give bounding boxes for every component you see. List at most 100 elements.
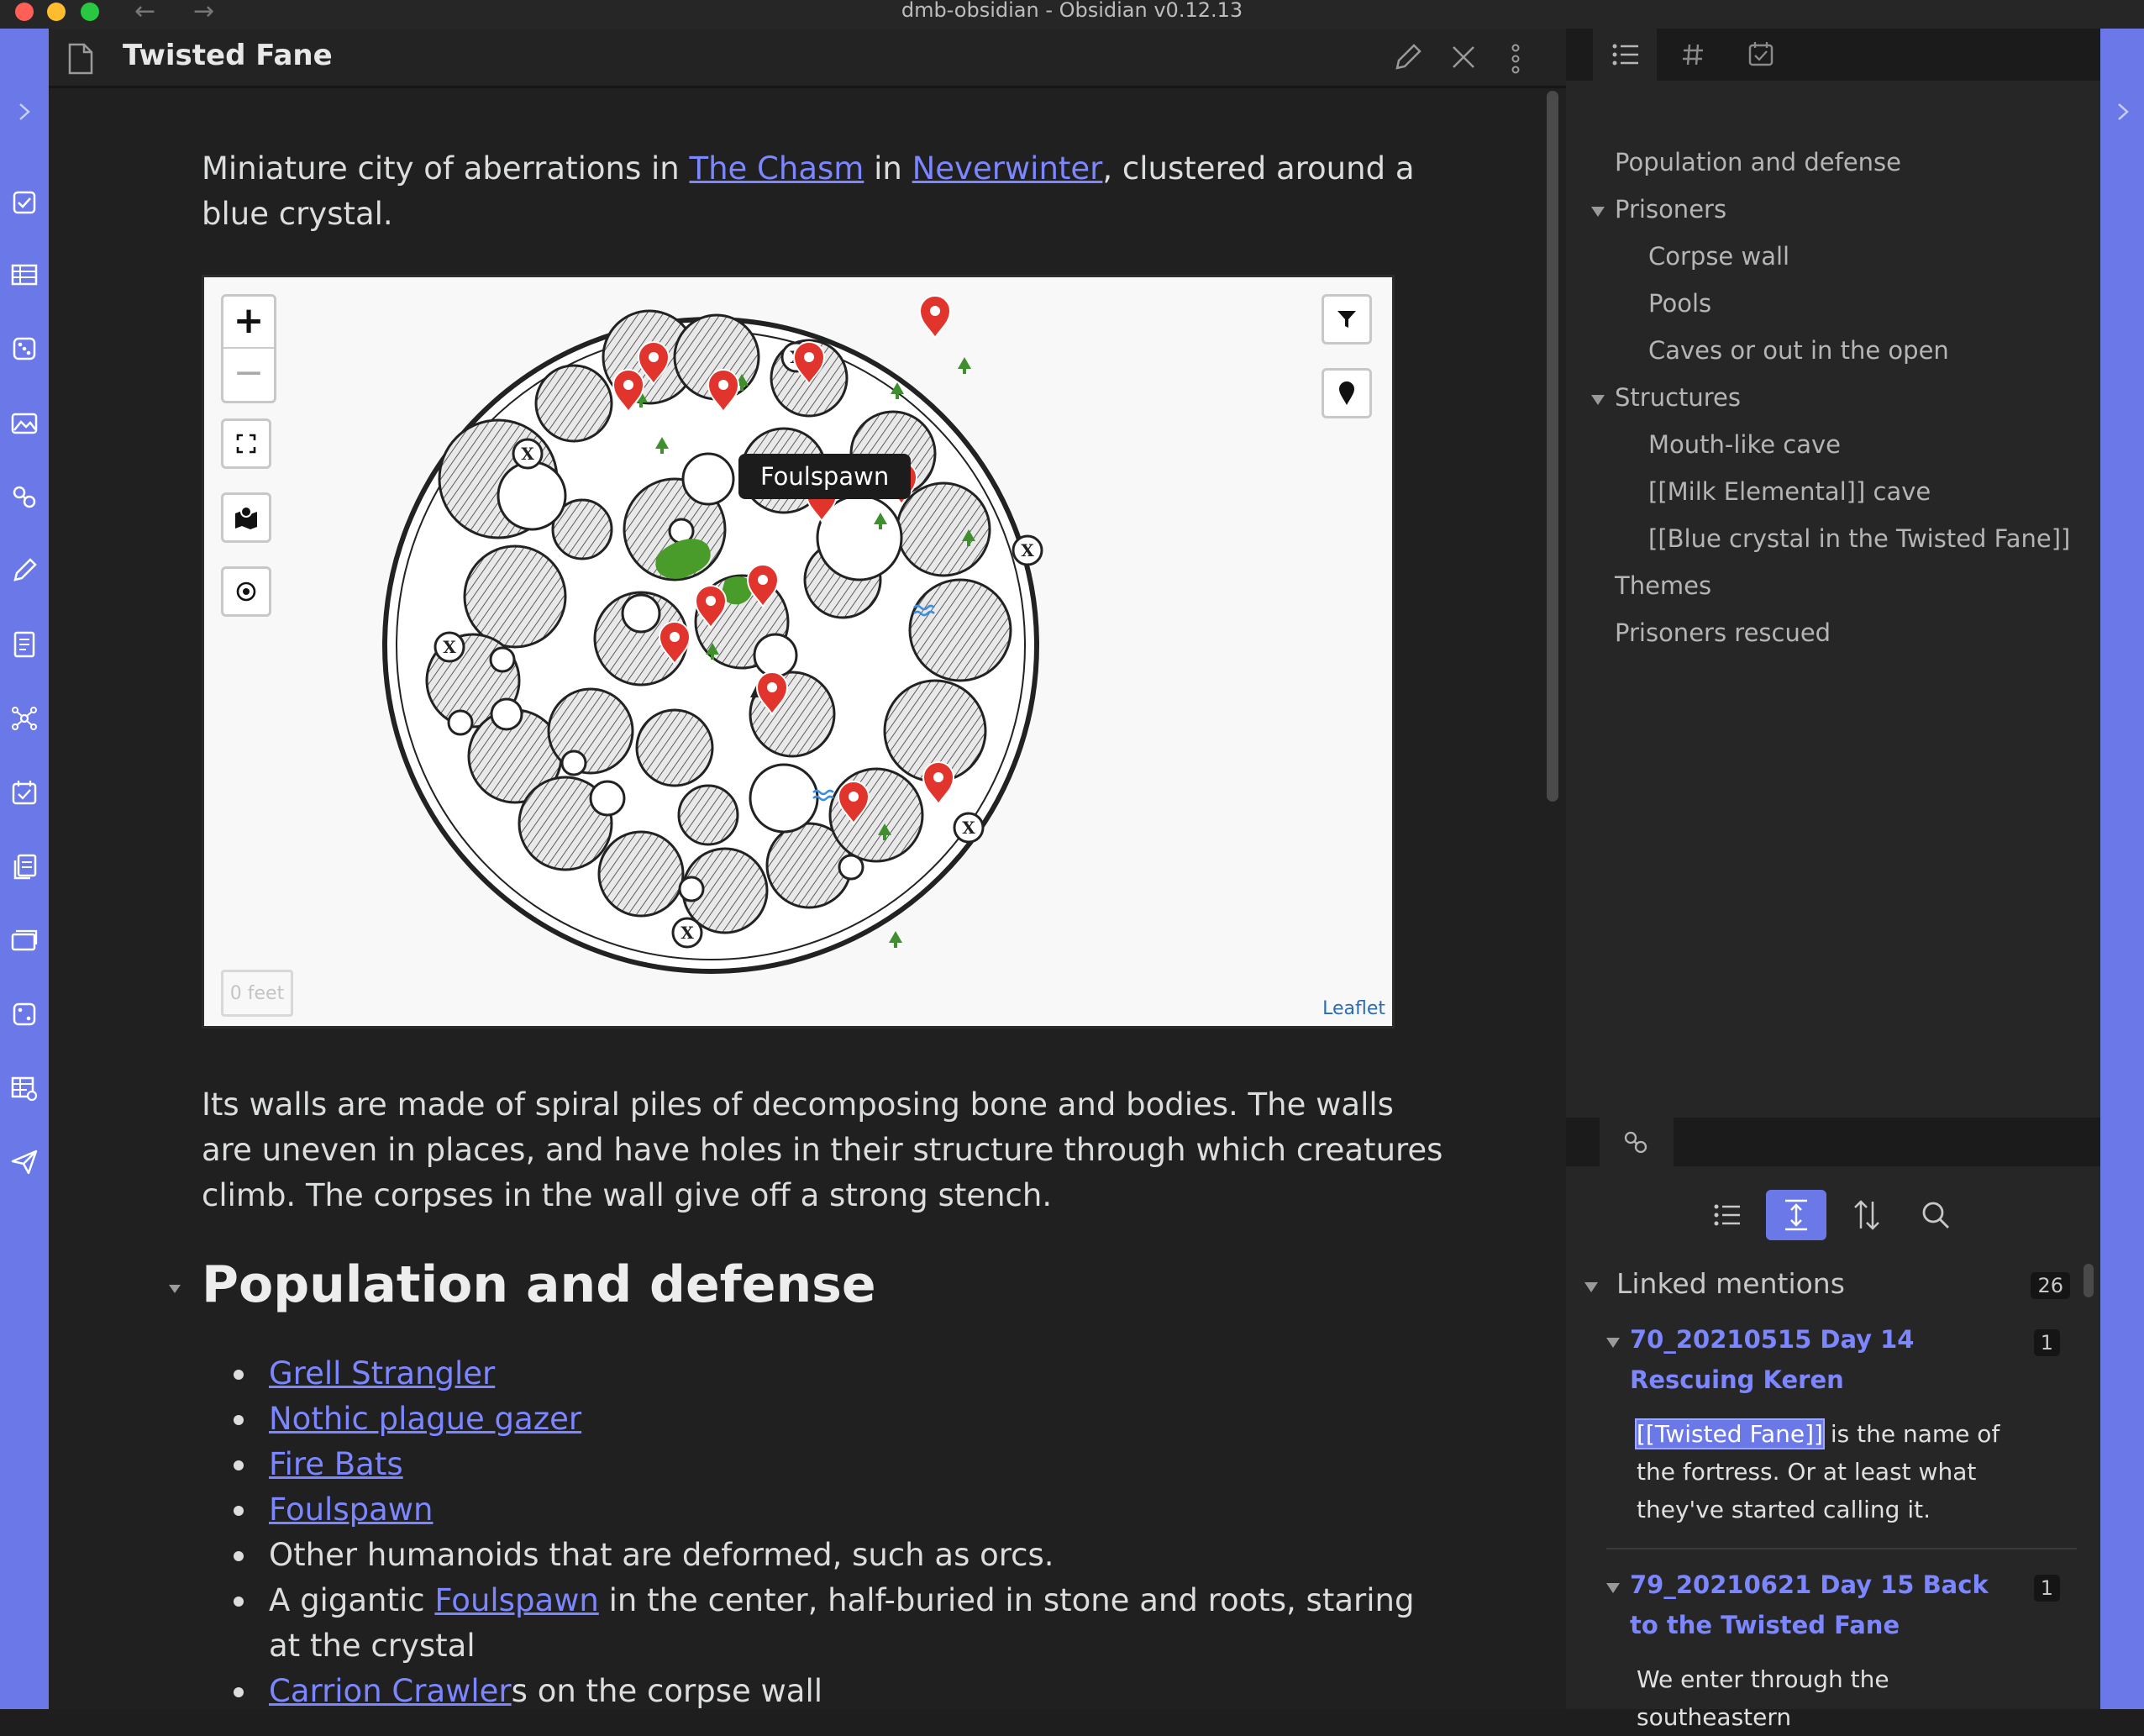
cave-map-image [382, 309, 1039, 974]
link-icon[interactable] [10, 482, 39, 511]
show-more-context-button[interactable] [1766, 1190, 1826, 1240]
hash-icon [1683, 44, 1703, 66]
close-icon[interactable] [1448, 42, 1479, 72]
tab-backlinks[interactable] [1600, 1118, 1674, 1166]
backlink-result-count: 1 [2033, 1575, 2060, 1602]
collapse-results-button[interactable] [1697, 1190, 1758, 1240]
table-icon[interactable] [10, 260, 39, 289]
search-button[interactable] [1905, 1190, 1966, 1240]
outline-item[interactable]: Structures [1615, 383, 1741, 412]
internal-link[interactable]: Foulspawn [269, 1491, 433, 1528]
collapse-triangle-icon[interactable] [1606, 1583, 1620, 1593]
dice-icon[interactable] [10, 334, 39, 363]
bullet-icon [234, 1597, 244, 1607]
sidebar-tab-bar [1566, 29, 2100, 81]
fullscreen-button[interactable] [221, 418, 271, 469]
internal-link[interactable]: Fire Bats [269, 1446, 403, 1482]
tab-calendar[interactable] [1729, 29, 1793, 81]
random-dice-icon[interactable] [10, 1000, 39, 1028]
leaflet-attribution-link[interactable]: Leaflet [1322, 998, 1385, 1019]
section-heading: Population and defense [202, 1255, 876, 1314]
map-canvas[interactable]: XXX XXX [204, 277, 1392, 1026]
backlink-result-snippet[interactable]: [[Twisted Fane]] is the name of the fort… [1635, 1415, 2031, 1528]
reset-view-button[interactable] [221, 492, 271, 543]
collapse-heading-icon[interactable] [166, 1281, 183, 1297]
outline-item[interactable]: Corpse wall [1648, 242, 1789, 271]
collapse-triangle-icon[interactable] [1591, 395, 1605, 405]
result-divider [1606, 1548, 2077, 1549]
expand-vertical-icon [1785, 1199, 1807, 1231]
outline-item[interactable]: Pools [1648, 289, 1711, 318]
marker-tooltip: Foulspawn [738, 454, 912, 499]
tab-tags[interactable] [1660, 29, 1724, 81]
collapse-triangle-icon[interactable] [1606, 1338, 1620, 1348]
right-sidebar: Population and defense Prisoners Corpse … [1566, 29, 2100, 1731]
add-marker-button[interactable] [1322, 368, 1372, 418]
tab-outline[interactable] [1593, 29, 1657, 81]
send-icon[interactable] [10, 1148, 39, 1176]
zoom-in-button[interactable]: + [223, 297, 274, 349]
backlink-result-snippet[interactable]: We enter through the southeastern [1637, 1660, 2031, 1736]
collapse-triangle-icon[interactable] [1591, 207, 1605, 217]
editor-pane: Twisted Fane Miniature city of aberratio… [49, 29, 1566, 1709]
copy-icon[interactable] [10, 852, 39, 881]
list-item: Carrion Crawlers on the corpse wall [234, 1669, 1445, 1709]
calendar-icon[interactable] [10, 778, 39, 807]
right-ribbon [2100, 29, 2144, 1709]
collapse-triangle-icon[interactable] [1584, 1282, 1598, 1292]
expand-sidebar-icon[interactable] [10, 97, 39, 126]
internal-link-neverwinter[interactable]: Neverwinter [912, 150, 1103, 187]
internal-link[interactable]: Nothic plague gazer [269, 1401, 581, 1437]
internal-link[interactable]: Foulspawn [434, 1582, 598, 1618]
table-settings-icon[interactable] [10, 1074, 39, 1102]
checkbox-icon[interactable] [10, 188, 39, 217]
filter-button[interactable] [1322, 294, 1372, 345]
outline-item[interactable]: [[Blue crystal in the Twisted Fane]] [1648, 524, 2070, 553]
backlinks-scrollbar[interactable] [2084, 1264, 2094, 1297]
list-item: A gigantic Foulspawn in the center, half… [234, 1578, 1445, 1669]
pencil-icon[interactable] [10, 556, 39, 585]
slides-icon[interactable] [10, 926, 39, 955]
list-text: s on the corpse wall [511, 1673, 822, 1709]
view-title[interactable]: Twisted Fane [123, 39, 333, 72]
walls-paragraph: Its walls are made of spiral piles of de… [202, 1086, 1443, 1213]
outline-item[interactable]: Prisoners rescued [1615, 618, 1831, 647]
backlinks-tab-bar [1566, 1118, 2100, 1166]
outline-item[interactable]: Prisoners [1615, 195, 1726, 224]
internal-link-the-chasm[interactable]: The Chasm [689, 150, 864, 187]
internal-link[interactable]: Carrion Crawler [269, 1673, 512, 1709]
more-options-icon[interactable] [1509, 42, 1522, 76]
outline-item[interactable]: [[Milk Elemental]] cave [1648, 477, 1931, 506]
highlighted-match: [[Twisted Fane]] [1635, 1418, 1825, 1449]
expand-right-sidebar-icon[interactable] [2109, 97, 2137, 126]
window-title: dmb-obsidian - Obsidian v0.12.13 [901, 0, 1243, 22]
outline-item[interactable]: Population and defense [1615, 148, 1901, 176]
map-pin-icon [1339, 381, 1354, 405]
template-icon[interactable] [10, 630, 39, 659]
gallery-icon[interactable] [10, 408, 39, 437]
svg-text:X: X [1021, 540, 1034, 560]
backlink-result-title[interactable]: 70_20210515 Day 14 Rescuing Keren [1630, 1319, 2016, 1400]
bullet-icon [234, 1415, 244, 1425]
backlink-result-title[interactable]: 79_20210621 Day 15 Back to the Twisted F… [1630, 1565, 2016, 1645]
title-bar: ← → dmb-obsidian - Obsidian v0.12.13 [0, 0, 2144, 29]
population-list: Grell Strangler Nothic plague gazer Fire… [234, 1351, 1445, 1709]
calendar-check-icon [1748, 42, 1774, 66]
linked-mentions-label: Linked mentions [1616, 1267, 1845, 1300]
graph-icon[interactable] [10, 704, 39, 733]
outline-item[interactable]: Themes [1615, 571, 1711, 600]
outline-item[interactable]: Mouth-like cave [1648, 430, 1841, 459]
sort-button[interactable] [1837, 1190, 1897, 1240]
leaflet-map[interactable]: XXX XXX [202, 275, 1395, 1028]
zoom-control: + − [221, 294, 276, 403]
list-text: Other humanoids that are deformed, such … [269, 1537, 1054, 1573]
svg-text:X: X [443, 637, 456, 657]
intro-paragraph: Miniature city of aberrations in The Cha… [202, 146, 1445, 237]
edit-pencil-icon[interactable] [1393, 42, 1423, 72]
editor-scrollbar[interactable] [1547, 91, 1558, 802]
internal-link[interactable]: Grell Strangler [269, 1355, 495, 1391]
locate-button[interactable] [221, 566, 271, 617]
list-item: Foulspawn [234, 1487, 1445, 1533]
zoom-out-button[interactable]: − [223, 349, 274, 399]
outline-item[interactable]: Caves or out in the open [1648, 336, 1949, 365]
